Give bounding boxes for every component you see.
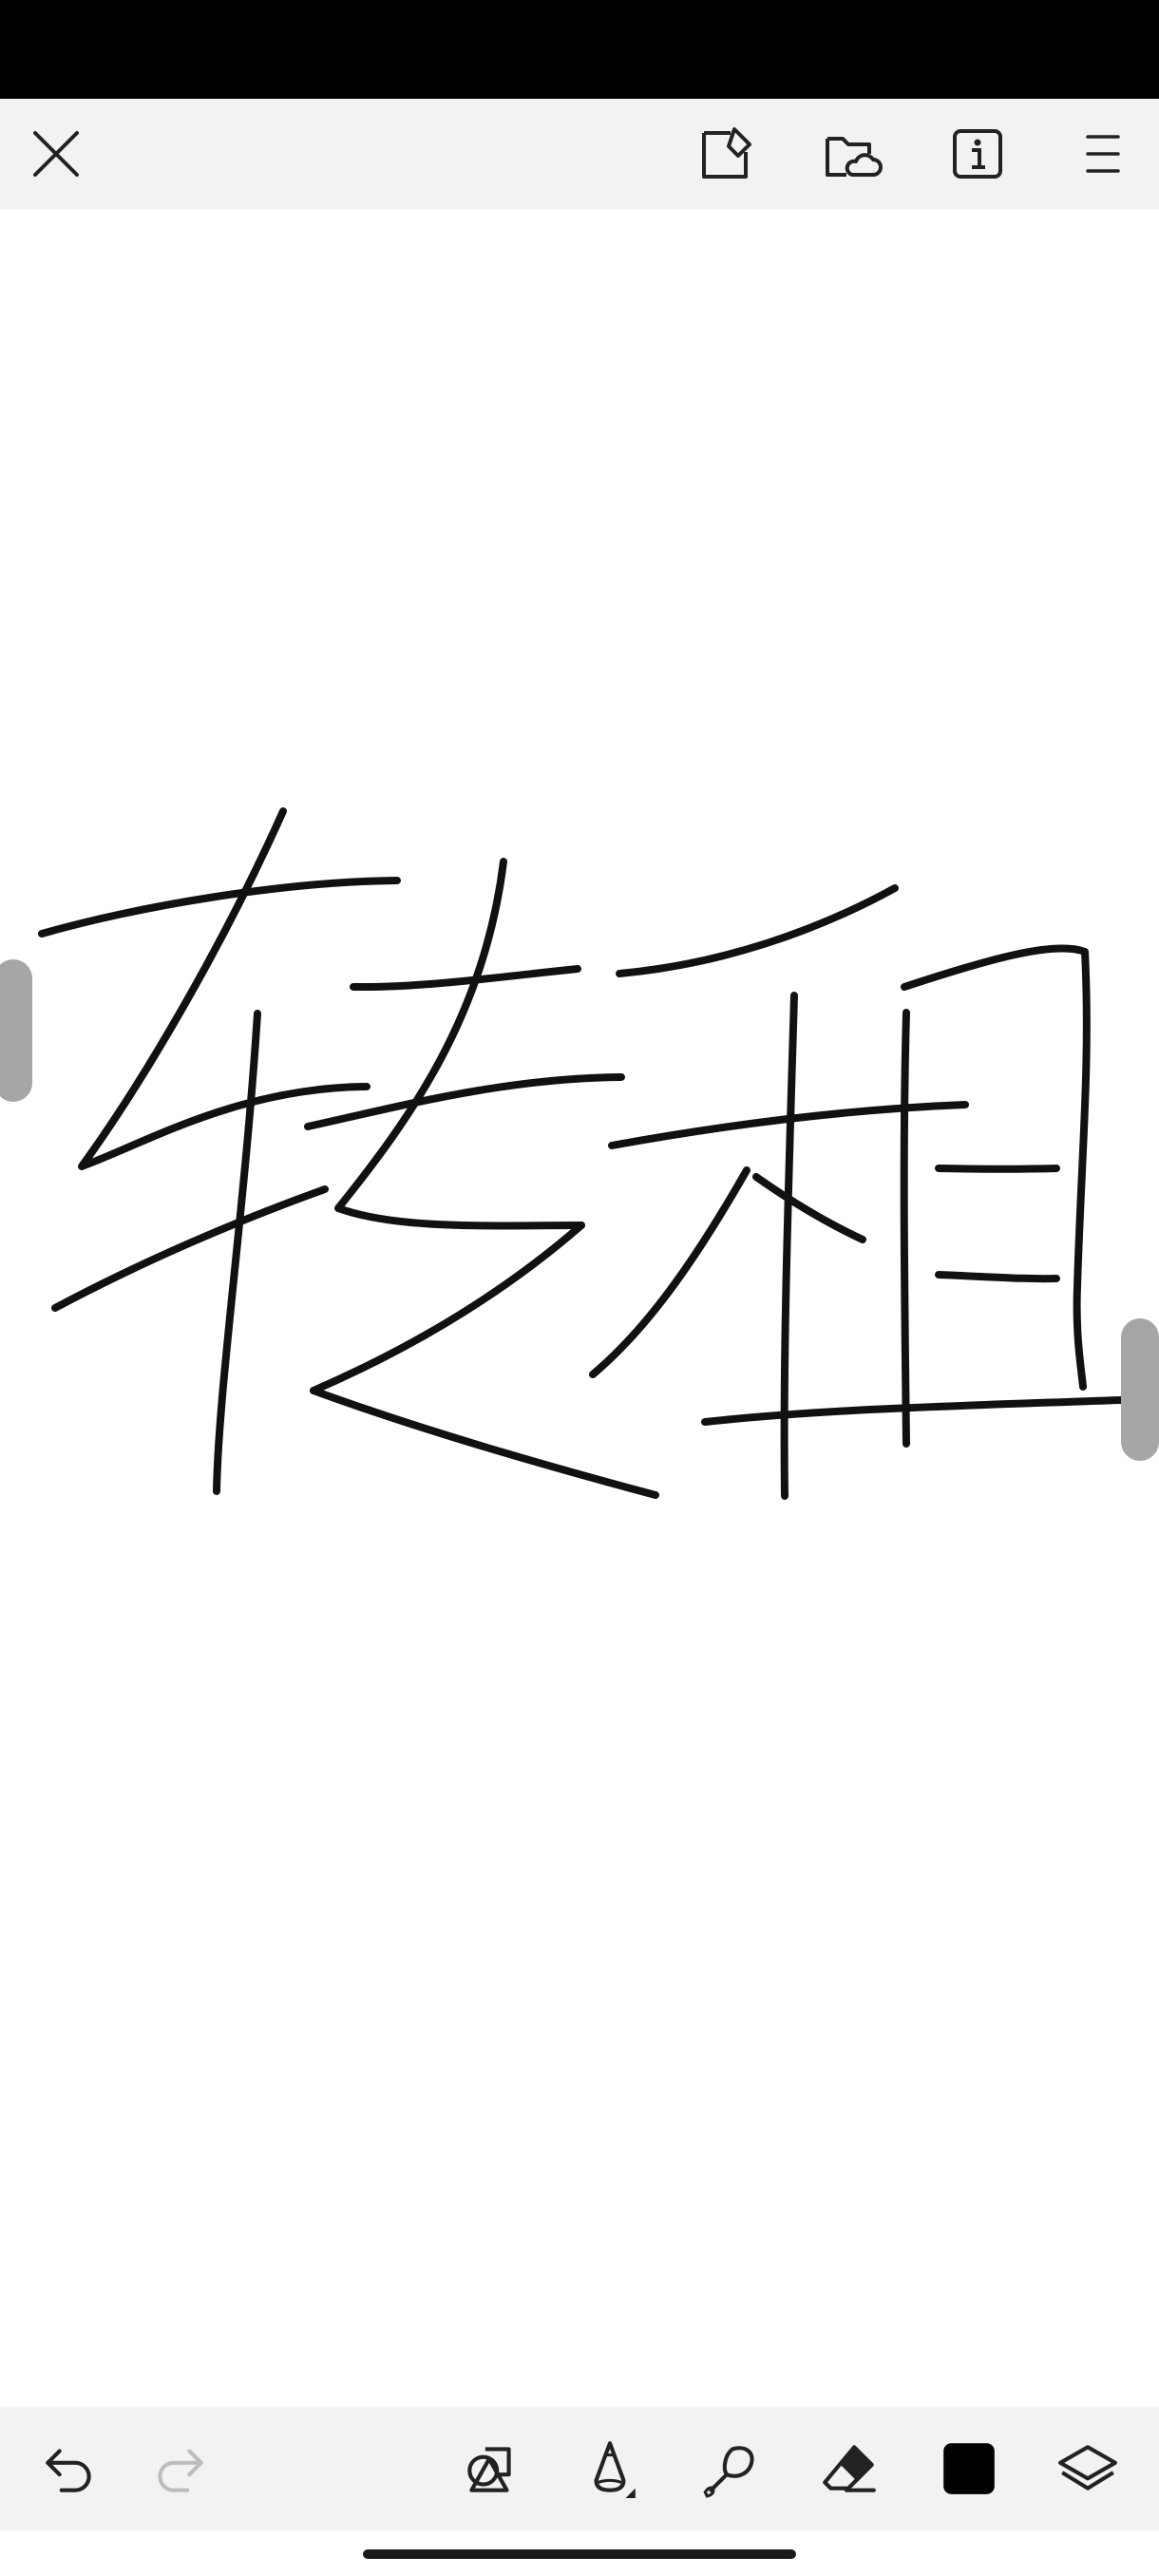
layers-icon xyxy=(1058,2445,1117,2491)
brush-tool-button[interactable] xyxy=(676,2407,781,2530)
eraser-tool-button[interactable] xyxy=(796,2407,901,2530)
status-bar xyxy=(0,0,1159,99)
info-icon xyxy=(953,129,1002,179)
menu-button[interactable] xyxy=(1051,99,1155,209)
export-button[interactable] xyxy=(674,99,779,209)
save-to-cloud-icon xyxy=(826,137,883,177)
close-icon xyxy=(33,131,79,177)
color-picker-button[interactable] xyxy=(917,2407,1021,2530)
redo-button[interactable] xyxy=(127,2407,232,2530)
bottom-toolbar xyxy=(0,2407,1159,2530)
brush-icon xyxy=(703,2446,754,2498)
handwritten-strokes xyxy=(38,807,1150,1500)
undo-icon xyxy=(46,2449,91,2492)
home-indicator[interactable] xyxy=(363,2549,796,2559)
shapes-button[interactable] xyxy=(439,2407,543,2530)
color-swatch xyxy=(943,2443,995,2494)
export-icon xyxy=(702,127,751,179)
info-button[interactable] xyxy=(925,99,1030,209)
top-toolbar xyxy=(0,99,1159,209)
right-side-handle[interactable] xyxy=(1121,1318,1159,1461)
redo-icon xyxy=(158,2449,203,2492)
drawing-canvas[interactable] xyxy=(0,209,1159,2407)
pencil-tool-button[interactable] xyxy=(558,2407,662,2530)
layers-button[interactable] xyxy=(1036,2407,1140,2530)
save-to-cloud-button[interactable] xyxy=(800,99,904,209)
undo-button[interactable] xyxy=(17,2407,122,2530)
close-button[interactable] xyxy=(4,99,108,209)
eraser-icon xyxy=(823,2445,876,2492)
left-side-handle[interactable] xyxy=(0,959,32,1102)
menu-icon xyxy=(1086,135,1120,173)
pencil-icon xyxy=(594,2441,636,2498)
shapes-icon xyxy=(467,2447,511,2492)
gesture-bar-area xyxy=(0,2530,1159,2576)
